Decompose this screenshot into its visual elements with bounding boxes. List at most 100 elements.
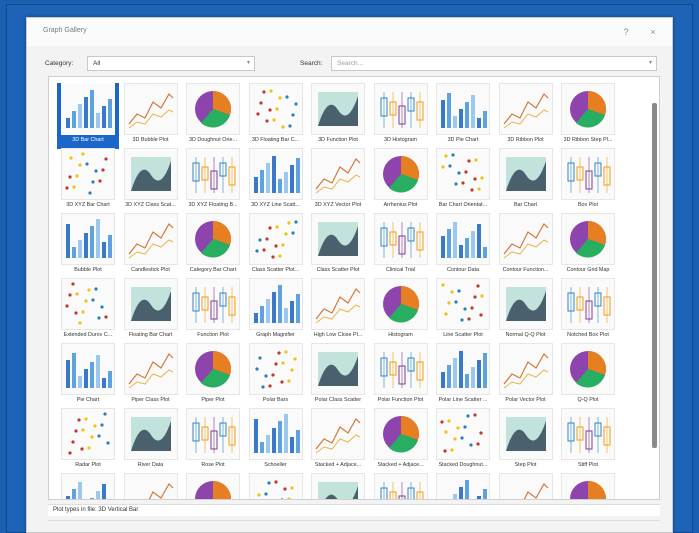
gallery-item[interactable] (557, 473, 619, 499)
gallery-item-label: Box Plot (577, 202, 599, 208)
notched-box-plot-icon (561, 278, 615, 330)
gallery-item-label: Q-Q Plot (577, 397, 599, 403)
gallery-item[interactable]: 3D Floating Bar C... (245, 83, 307, 149)
step-plot-icon (498, 408, 553, 460)
gallery-item[interactable] (245, 473, 307, 499)
polar-vector-plot-icon (498, 343, 553, 395)
ternary-scatter-icon (436, 473, 490, 499)
gallery-item[interactable]: 3D Pie Chart (432, 83, 494, 149)
gallery-item[interactable]: Line Scatter Plot (432, 278, 494, 344)
gallery-item[interactable]: Stiff Plot (557, 408, 619, 474)
gallery-item[interactable]: Schoeller (245, 408, 307, 474)
gallery-item[interactable]: Bar Chart Orientat... (432, 148, 494, 214)
chevron-down-icon: ▾ (648, 60, 652, 66)
gallery-item[interactable]: 3D XYZ Class Scat... (120, 148, 182, 214)
gallery-item[interactable]: 3D Bar Chart (57, 83, 119, 149)
gallery-item[interactable]: Q-Q Plot (557, 343, 619, 409)
scrollbar[interactable] (652, 103, 657, 448)
gallery-item[interactable]: Stacked + Adjace... (307, 408, 369, 474)
gallery-item[interactable]: Extended Durov C... (57, 278, 119, 344)
gallery-item[interactable]: Class Scatter Plot (307, 213, 369, 279)
gallery-item[interactable]: Normal Q-Q Plot (495, 278, 557, 344)
gallery-item[interactable] (182, 473, 244, 499)
help-button[interactable]: ? (619, 25, 633, 39)
floating-bar-chart-icon (123, 278, 178, 330)
gallery-item[interactable]: Notched Box Plot (557, 278, 619, 344)
gallery-item[interactable]: Box Plot (557, 148, 619, 214)
gallery-item[interactable]: Polar Class Scatter (307, 343, 369, 409)
gallery-item[interactable] (307, 473, 369, 499)
gallery-item[interactable]: Category Bar Chart (182, 213, 244, 279)
gallery-item[interactable] (495, 473, 557, 499)
3d-floating-bar-icon (248, 83, 303, 135)
window-title: Graph Gallery (43, 27, 87, 34)
normal-qq-plot-icon (498, 278, 553, 330)
3d-terrain-plot-icon (311, 473, 365, 499)
gallery-item[interactable] (432, 473, 494, 499)
gallery-item[interactable]: Step Plot (495, 408, 557, 474)
3d-function-plot-icon (311, 83, 365, 135)
gallery-item[interactable]: 3D Bubble Plot (120, 83, 182, 149)
stacked-doughnut-icon (436, 408, 490, 460)
gallery-item[interactable]: 3D XYZ Bar Chart (57, 148, 119, 214)
3d-xyz-line-scatter-icon (248, 148, 303, 200)
function-plot-icon (186, 278, 240, 330)
gallery-item[interactable]: Function Plot (182, 278, 244, 344)
3d-ribbon-plot-icon (498, 83, 553, 135)
gallery-item[interactable]: 3D XYZ Line Scatt... (245, 148, 307, 214)
gallery-item[interactable]: Pie Chart (57, 343, 119, 409)
gallery-item[interactable]: Polar Function Plot (370, 343, 432, 409)
stacked-adjacent-bar-icon (311, 408, 365, 460)
gallery-item[interactable]: Rose Plot (182, 408, 244, 474)
gallery-item[interactable]: Polar Vector Plot (495, 343, 557, 409)
qq-plot-icon (561, 343, 615, 395)
gallery-item[interactable]: Piper Plot (182, 343, 244, 409)
gallery-item[interactable]: Contour Function... (495, 213, 557, 279)
gallery-item[interactable]: Radar Plot (57, 408, 119, 474)
graph-gallery-list[interactable]: 3D Bar Chart 3D Bubble Plot 3D Doughnut Or… (48, 76, 660, 500)
gallery-item[interactable]: River Data (120, 408, 182, 474)
gallery-item[interactable]: Class Scatter Plot... (245, 213, 307, 279)
gallery-item[interactable]: Polar Line Scatter ... (432, 343, 494, 409)
gallery-item[interactable]: Bar Chart (495, 148, 557, 214)
gallery-item[interactable]: 3D Function Plot (307, 83, 369, 149)
gallery-item[interactable]: Graph Magnifier (245, 278, 307, 344)
stiff-plot-icon (561, 408, 615, 460)
piper-plot-icon (186, 343, 240, 395)
gallery-item[interactable]: Contour Grid Map (557, 213, 619, 279)
stacked-adjacent-area-icon (373, 408, 428, 460)
gallery-item[interactable]: High Low Close Pl... (307, 278, 369, 344)
gallery-item[interactable]: 3D Doughnut Orie... (182, 83, 244, 149)
polar-function-plot-icon (373, 343, 428, 395)
status-bar: Plot types in file: 3D Vertical Bar (48, 504, 660, 516)
gallery-item[interactable]: Contour Data (432, 213, 494, 279)
gallery-item[interactable]: Stacked Doughnut... (432, 408, 494, 474)
gallery-item[interactable]: Candlestick Plot (120, 213, 182, 279)
bar-chart-icon (498, 148, 553, 200)
gallery-item[interactable] (120, 473, 182, 499)
search-input[interactable]: Search... ▾ (331, 56, 657, 71)
gallery-item[interactable]: Clinical Trial (370, 213, 432, 279)
category-select[interactable]: All ▾ (87, 56, 255, 71)
schoeller-icon (248, 408, 303, 460)
gallery-item[interactable]: 3D XYZ Floating B... (182, 148, 244, 214)
gallery-item[interactable]: 3D Histogram (370, 83, 432, 149)
gallery-item[interactable]: Stacked + Adjace... (370, 408, 432, 474)
3d-ribbon-step-icon (561, 83, 615, 135)
3d-xyz-bar-icon (61, 148, 115, 200)
3d-histogram-icon (373, 83, 428, 135)
close-button[interactable]: × (646, 25, 660, 39)
gallery-item[interactable]: Polar Bars (245, 343, 307, 409)
gallery-item[interactable]: 3D Ribbon Step Pl... (557, 83, 619, 149)
gallery-item[interactable]: Arrhenius Plot (370, 148, 432, 214)
gallery-item[interactable]: Histogram (370, 278, 432, 344)
river-data-icon (123, 408, 178, 460)
gallery-item[interactable]: 3D Ribbon Plot (495, 83, 557, 149)
gallery-item[interactable]: Floating Bar Chart (120, 278, 182, 344)
graph-magnifier-icon (248, 278, 303, 330)
gallery-item[interactable] (370, 473, 432, 499)
gallery-item[interactable]: Bubble Plot (57, 213, 119, 279)
gallery-item[interactable]: Piper Class Plot (120, 343, 182, 409)
gallery-item[interactable]: 3D XYZ Vector Plot (307, 148, 369, 214)
gallery-item[interactable] (57, 473, 119, 499)
